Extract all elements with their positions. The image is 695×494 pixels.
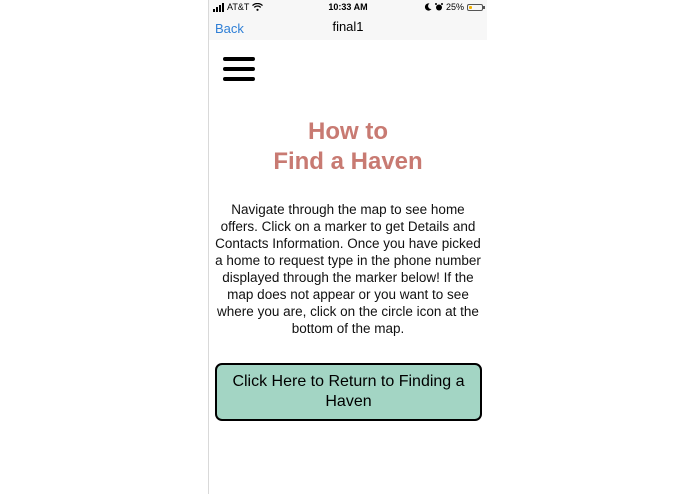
hamburger-menu-icon[interactable] bbox=[223, 57, 255, 81]
battery-percent: 25% bbox=[445, 2, 464, 12]
battery-icon bbox=[467, 3, 485, 11]
phone-screen: AT&T 10:33 AM 25% Back final1 How to Fin… bbox=[208, 0, 487, 494]
page-title-line1: How to bbox=[308, 118, 388, 145]
instructions-text: Navigate through the map to see home off… bbox=[215, 202, 481, 336]
page-title: How to Find a Haven bbox=[209, 117, 487, 177]
battery-fill bbox=[469, 5, 472, 9]
nav-title: final1 bbox=[332, 19, 364, 34]
alarm-icon bbox=[434, 3, 443, 11]
page-title-line2: Find a Haven bbox=[273, 148, 423, 175]
return-to-finding-haven-button[interactable]: Click Here to Return to Finding a Haven bbox=[215, 363, 482, 421]
page: AT&T 10:33 AM 25% Back final1 How to Fin… bbox=[0, 0, 695, 494]
return-button-label: Click Here to Return to Finding a Haven bbox=[232, 373, 465, 410]
navigation-bar: Back final1 bbox=[209, 16, 487, 40]
status-bar: AT&T 10:33 AM 25% bbox=[209, 0, 487, 16]
status-right: 25% bbox=[424, 2, 485, 12]
moon-icon bbox=[424, 3, 432, 11]
